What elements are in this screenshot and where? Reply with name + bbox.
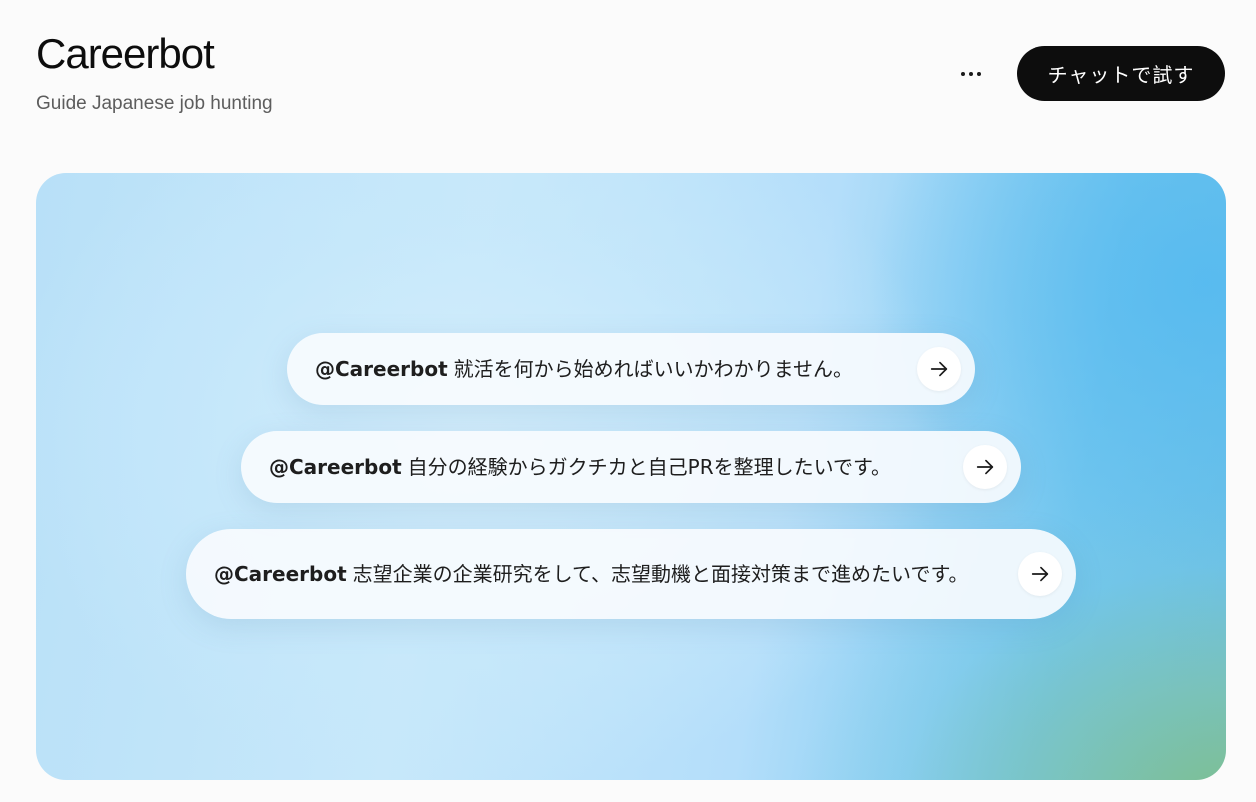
arrow-right-icon	[1031, 566, 1049, 582]
page-title: Careerbot	[36, 30, 215, 77]
hero-panel: @Careerbot 就活を何から始めればいいかわかりません。 @Careerbo…	[36, 173, 1226, 780]
header: Careerbot Guide Japanese job hunting	[36, 30, 273, 116]
prompt-mention: @Careerbot	[315, 357, 448, 381]
try-in-chat-button[interactable]: チャットで試す	[1017, 46, 1225, 101]
prompt-text: @Careerbot 自分の経験からガクチカと自己PRを整理したいです。	[269, 452, 963, 482]
prompt-suggestion[interactable]: @Careerbot 就活を何から始めればいいかわかりません。	[287, 333, 975, 405]
prompt-mention: @Careerbot	[269, 455, 402, 479]
arrow-right-icon	[930, 361, 948, 377]
page-subtitle: Guide Japanese job hunting	[36, 93, 273, 114]
send-prompt-button[interactable]	[1018, 552, 1062, 596]
more-options-button[interactable]	[944, 52, 998, 96]
send-prompt-button[interactable]	[917, 347, 961, 391]
arrow-right-icon	[976, 459, 994, 475]
prompt-suggestion[interactable]: @Careerbot 自分の経験からガクチカと自己PRを整理したいです。	[241, 431, 1021, 503]
more-horizontal-icon	[961, 72, 981, 76]
prompt-body: 自分の経験からガクチカと自己PRを整理したいです。	[407, 455, 892, 479]
prompt-suggestion[interactable]: @Careerbot 志望企業の企業研究をして、志望動機と面接対策まで進めたいです…	[186, 529, 1076, 619]
prompt-mention: @Careerbot	[214, 562, 347, 586]
send-prompt-button[interactable]	[963, 445, 1007, 489]
prompt-body: 志望企業の企業研究をして、志望動機と面接対策まで進めたいです。	[352, 562, 969, 586]
prompt-body: 就活を何から始めればいいかわかりません。	[453, 357, 854, 381]
page: Careerbot Guide Japanese job hunting チャッ…	[0, 0, 1256, 802]
prompt-text: @Careerbot 志望企業の企業研究をして、志望動機と面接対策まで進めたいです…	[214, 559, 1018, 589]
prompt-text: @Careerbot 就活を何から始めればいいかわかりません。	[315, 354, 917, 384]
